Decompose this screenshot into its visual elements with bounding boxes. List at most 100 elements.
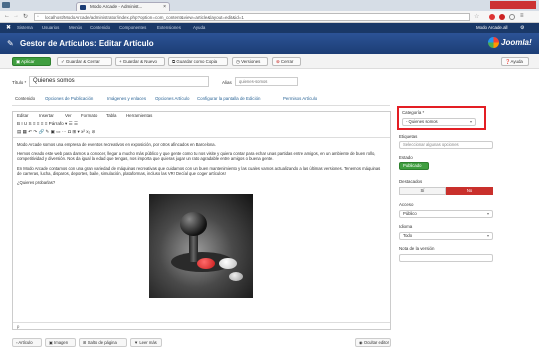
rich-text-editor[interactable]: Editar Insertar Ver Formato Tabla Herram… [12,111,391,330]
browser-app-icon [2,2,10,8]
title-label: Título * [12,80,27,85]
browser-tab[interactable]: Modo Arcade - Administ... × [76,2,170,11]
tab-close-icon[interactable]: × [163,3,166,11]
extension-icon[interactable] [489,14,495,20]
featured-yes-button[interactable]: Sí [399,187,446,195]
editor-divider [13,137,390,138]
joomla-menu-icon[interactable]: ✖ [6,23,11,33]
title-input[interactable]: Quienes somos [29,76,209,87]
language-label: Idioma [399,224,413,229]
version-note-input[interactable] [399,254,493,262]
featured-no-button[interactable]: No [446,187,493,195]
access-label: Acceso [399,202,414,207]
tags-label: Etiquetas [399,134,418,139]
white-button-2-icon [229,272,243,281]
tab-permissions[interactable]: Permisos Artículo [283,96,317,101]
featured-label: Destacados [399,179,423,184]
version-note-label: Nota de la versión [399,246,435,251]
red-button-icon [197,258,215,269]
action-toolbar: ▣ Aplicar ✓ Guardar & Cerrar + Guardar &… [0,54,539,69]
joystick-ball-icon [180,212,207,236]
editor-status-bar: p [13,322,390,330]
forward-icon[interactable]: → [13,13,19,19]
status-select[interactable]: Publicado [399,162,429,170]
editor-menu-table[interactable]: Tabla [106,112,117,120]
page-header: ✎ Gestor de Artículos: Editar Artículo J… [0,33,539,54]
help-button[interactable]: ❓Ayuda [501,57,529,66]
page-break-button[interactable]: ⊞ Salto de página [79,338,127,347]
sync-icon[interactable] [509,14,515,20]
status-label: Estado [399,155,413,160]
category-select[interactable]: - Quienes somos ▾ [402,118,476,126]
back-icon[interactable]: ← [4,13,10,19]
tab-images[interactable]: Imágenes y enlaces [107,96,146,101]
window-close-icon[interactable] [490,1,536,9]
save-new-button[interactable]: + Guardar & Nuevo [115,57,165,66]
language-select[interactable]: Todo ▾ [399,232,493,240]
insert-image-button[interactable]: ▣ Imagen [45,338,76,347]
versions-button[interactable]: ◷ Versiones [232,57,268,66]
white-button-icon [219,258,237,269]
menu-item-usuarios[interactable]: Usuarios [42,23,59,33]
tab-editor-config[interactable]: Configurar la pantalla de Edición [197,96,260,101]
editor-paragraph-3: En Modo Arcade contamos con una gran var… [17,166,381,176]
arcade-joystick-image[interactable] [149,194,253,298]
editor-menu-edit[interactable]: Editar [17,112,28,120]
read-more-button[interactable]: ▼ Leer más [130,338,162,347]
tags-select[interactable]: Seleccionar algunas opciones [399,141,493,149]
browser-tab-title: Modo Arcade - Administ... [90,4,143,9]
editor-buttons-bar: ▫ Artículo ▣ Imagen ⊞ Salto de página ▼ … [0,336,539,349]
tab-options[interactable]: Opciones Artículo [155,96,189,101]
insert-article-button[interactable]: ▫ Artículo [12,338,42,347]
url-input[interactable]: ▫ localhost/ModoArcade/administrator/ind… [34,13,470,21]
category-label: Categoría * [402,110,425,115]
article-sidebar: Categoría * - Quienes somos ▾ Etiquetas S… [397,106,499,336]
joomla-logo-icon [488,37,499,48]
menu-item-menus[interactable]: Menús [69,23,82,33]
editor-paragraph-1: Modo Arcade somos una empresa de eventos… [17,142,216,147]
reload-icon[interactable]: ↻ [23,13,28,20]
joomla-brand: Joomla! [501,38,532,47]
opera-icon[interactable] [499,14,505,20]
user-icon[interactable]: ⚙ [520,23,524,33]
menu-item-ayuda[interactable]: Ayuda [193,23,205,33]
save-close-button[interactable]: ✓ Guardar & Cerrar [57,57,112,66]
tab-content[interactable]: Contenido [15,96,35,101]
browser-address-bar: ← → ↻ ▫ localhost/ModoArcade/administrat… [0,11,539,23]
page-title: Gestor de Artículos: Editar Artículo [20,39,154,48]
browser-menu-icon[interactable]: ≡ [520,13,524,19]
alias-label: Alias [222,80,232,85]
editor-menu-tools[interactable]: Herramientas [126,112,152,120]
menu-item-componentes[interactable]: Componentes [119,23,146,33]
access-select[interactable]: Público ▾ [399,210,493,218]
menu-item-extensiones[interactable]: Extensiones [157,23,181,33]
close-button[interactable]: ⊗ Cerrar [272,57,301,66]
url-text: localhost/ModoArcade/administrator/index… [45,15,244,20]
admin-menu-bar: ✖ Sistema Usuarios Menús Contenido Compo… [0,23,539,33]
apply-button[interactable]: ▣ Aplicar [12,57,51,66]
editor-toolbar-row1[interactable]: B I U S ≡ ≡ ≡ ≡ Párrafo ▾ ☰ ☰ [17,120,78,128]
chevron-down-icon: ▾ [486,233,489,238]
save-copy-button[interactable]: ⧉ Guardar como Copia [168,57,228,66]
pencil-icon: ✎ [7,39,14,48]
tab-publishing[interactable]: Opciones de Publicación [45,96,93,101]
page-icon: ▫ [37,14,39,20]
star-icon[interactable]: ☆ [474,13,479,20]
editor-menu-format[interactable]: Formato [81,112,97,120]
chevron-down-icon: ▾ [469,119,472,124]
site-name-link[interactable]: Modo Arcade.all [476,23,507,33]
chevron-down-icon: ▾ [486,211,489,216]
joomla-favicon-icon [80,5,86,10]
editor-paragraph-4: ¿Quieres probarlas? [17,180,56,185]
alias-input[interactable]: quienes-somos [235,77,298,86]
menu-item-sistema[interactable]: Sistema [17,23,33,33]
toggle-editor-button[interactable]: ◉ Ocultar editor [355,338,391,347]
menu-item-contenido[interactable]: Contenido [90,23,110,33]
article-tabs: Contenido Opciones de Publicación Imágen… [12,94,390,106]
editor-menu-bar: Editar Insertar Ver Formato Tabla Herram… [13,112,390,120]
editor-paragraph-2: Hemos creado este web para darnos a cono… [17,151,376,161]
editor-menu-view[interactable]: Ver [65,112,72,120]
editor-toolbar-row2[interactable]: ▤ ▦ ↶ ↷ 🔗 ✎ ▣ ▭ ⋯ Ω ⊞ ▾ x² x₂ ⊘ [17,128,95,136]
editor-menu-insert[interactable]: Insertar [39,112,54,120]
browser-tab-strip: Modo Arcade - Administ... × [0,0,539,11]
